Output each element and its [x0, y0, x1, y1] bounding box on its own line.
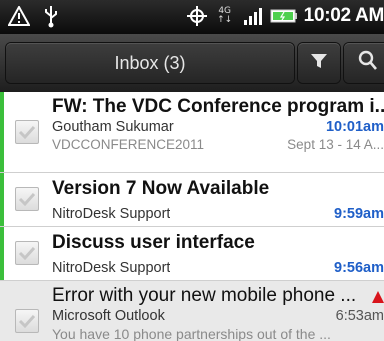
email-list[interactable]: FW: The VDC Conference program i... Gout…: [0, 92, 384, 341]
status-bar: 4G ↑↓ 10:02 AM: [0, 0, 384, 34]
email-time: 10:01am: [325, 119, 384, 135]
unread-indicator: [0, 227, 4, 280]
email-subject: FW: The VDC Conference program i...: [52, 96, 384, 117]
email-row[interactable]: Version 7 Now Available NitroDesk Suppor…: [0, 173, 384, 227]
email-checkbox[interactable]: [15, 309, 39, 333]
email-checkbox[interactable]: [15, 187, 39, 211]
search-button[interactable]: [344, 43, 384, 83]
email-subject: Discuss user interface: [52, 232, 255, 253]
email-sender: NitroDesk Support: [52, 206, 171, 222]
email-sender: Microsoft Outlook: [52, 308, 165, 324]
clock: 10:02 AM: [303, 5, 384, 26]
check-icon: [18, 314, 36, 329]
alert-icon: [8, 4, 30, 28]
email-preview: You have 10 phone partnerships out of th…: [52, 326, 331, 341]
email-row[interactable]: Discuss user interface NitroDesk Support…: [0, 227, 384, 281]
battery-icon: [270, 4, 298, 28]
toolbar: Inbox (3): [0, 34, 384, 92]
email-time: 9:56am: [334, 260, 384, 276]
check-icon: [18, 192, 36, 207]
email-time: 6:53am: [335, 308, 384, 324]
email-sender: Goutham Sukumar: [52, 119, 174, 135]
email-subject: Version 7 Now Available: [52, 178, 270, 199]
unread-indicator: [0, 173, 4, 226]
search-icon: [358, 50, 378, 76]
email-time: 9:59am: [334, 206, 384, 222]
email-row[interactable]: Error with your new mobile phone ... Mic…: [0, 281, 384, 341]
filter-icon: [310, 52, 328, 74]
filter-button[interactable]: [298, 43, 340, 83]
signal-icon: [242, 4, 264, 28]
warning-triangle-icon: [372, 289, 384, 308]
email-checkbox[interactable]: [15, 241, 39, 265]
unread-indicator: [0, 92, 4, 172]
email-preview: VDCCONFERENCE2011: [52, 137, 205, 152]
email-checkbox[interactable]: [15, 120, 39, 144]
folder-selector-button[interactable]: Inbox (3): [6, 43, 294, 83]
check-icon: [18, 246, 36, 261]
check-icon: [18, 125, 36, 140]
folder-label: Inbox (3): [114, 52, 186, 73]
email-row[interactable]: FW: The VDC Conference program i... Gout…: [0, 92, 384, 173]
network-4g-icon: 4G ↑↓: [217, 6, 233, 25]
usb-icon: [40, 4, 62, 28]
email-subject: Error with your new mobile phone ...: [52, 285, 357, 306]
email-sender: NitroDesk Support: [52, 260, 171, 276]
email-preview-date: Sept 13 - 14 A...: [287, 137, 384, 152]
gps-icon: [186, 4, 208, 28]
